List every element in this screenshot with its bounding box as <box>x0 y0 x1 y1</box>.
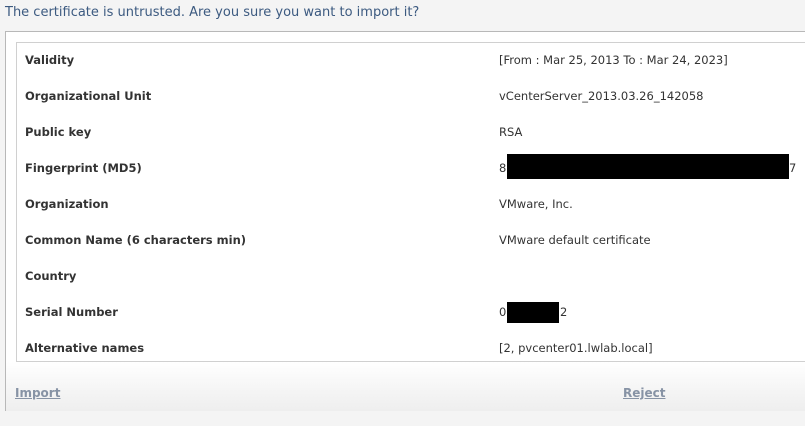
value-validity: [From : Mar 25, 2013 To : Mar 24, 2023] <box>499 53 728 67</box>
dialog-footer: Import Reject <box>6 362 805 411</box>
fingerprint-redaction <box>507 154 789 179</box>
value-organization: VMware, Inc. <box>499 197 573 211</box>
certificate-prompt: The certificate is untrusted. Are you su… <box>5 5 420 20</box>
value-public-key: RSA <box>499 125 523 139</box>
reject-button[interactable]: Reject <box>623 386 665 400</box>
value-organizational-unit: vCenterServer_2013.03.26_142058 <box>499 89 704 103</box>
certificate-panel: Validity [From : Mar 25, 2013 To : Mar 2… <box>5 31 805 411</box>
value-fingerprint-prefix: 8 <box>499 161 507 175</box>
import-button[interactable]: Import <box>15 386 60 400</box>
certificate-details-table: Validity [From : Mar 25, 2013 To : Mar 2… <box>16 42 805 362</box>
label-alternative-names: Alternative names <box>25 341 145 355</box>
row-validity: Validity [From : Mar 25, 2013 To : Mar 2… <box>17 43 805 79</box>
label-organizational-unit: Organizational Unit <box>25 89 152 103</box>
value-fingerprint-suffix: 7 <box>789 161 797 175</box>
value-common-name: VMware default certificate <box>499 233 651 247</box>
label-serial-number: Serial Number <box>25 305 118 319</box>
label-organization: Organization <box>25 197 109 211</box>
row-common-name: Common Name (6 characters min) VMware de… <box>17 223 805 259</box>
row-fingerprint: Fingerprint (MD5) 8 7 <box>17 151 805 187</box>
serial-redaction <box>507 302 559 323</box>
row-serial-number: Serial Number 0 2 <box>17 295 805 331</box>
row-public-key: Public key RSA <box>17 115 805 151</box>
label-validity: Validity <box>25 53 75 67</box>
value-serial-prefix: 0 <box>499 305 507 319</box>
label-common-name: Common Name (6 characters min) <box>25 233 247 247</box>
label-fingerprint: Fingerprint (MD5) <box>25 161 142 175</box>
row-organization: Organization VMware, Inc. <box>17 187 805 223</box>
row-country: Country <box>17 259 805 295</box>
row-organizational-unit: Organizational Unit vCenterServer_2013.0… <box>17 79 805 115</box>
label-public-key: Public key <box>25 125 92 139</box>
label-country: Country <box>25 269 77 283</box>
value-alternative-names: [2, pvcenter01.lwlab.local] <box>499 341 653 355</box>
value-serial-suffix: 2 <box>560 305 568 319</box>
